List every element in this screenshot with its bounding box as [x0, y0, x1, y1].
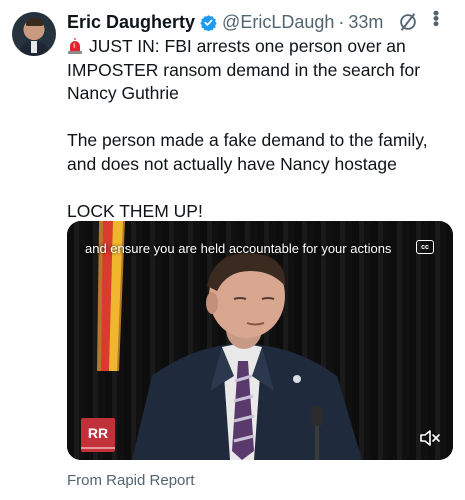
tweet-line-3: LOCK THEM UP! — [67, 200, 203, 221]
logo-underline — [81, 447, 115, 449]
avatar-shirt — [31, 41, 37, 53]
tweet-text: JUST IN: FBI arrests one person over an … — [67, 35, 447, 223]
avatar-hair — [26, 18, 43, 26]
tweet-header: Eric Daugherty @EricLDaugh · 33m ••• — [67, 10, 455, 34]
verified-badge-icon[interactable] — [200, 14, 217, 31]
tweet-line-1: JUST IN: FBI arrests one person over an … — [67, 36, 421, 103]
closed-captions-icon[interactable]: cc — [416, 240, 434, 254]
video-caption: and ensure you are held accountable for … — [85, 241, 392, 256]
microphone-graphic — [311, 406, 323, 460]
muted-speaker-icon[interactable] — [419, 429, 441, 447]
grok-icon[interactable] — [397, 11, 419, 33]
tweet-timestamp[interactable]: 33m — [348, 12, 383, 33]
speaker-figure — [132, 252, 362, 460]
siren-emoji-icon — [68, 38, 82, 54]
author-handle[interactable]: @EricLDaugh — [222, 12, 334, 33]
rapid-report-logo: RR — [81, 418, 115, 452]
logo-text: RR — [87, 425, 109, 441]
tweet-paragraph-1: JUST IN: FBI arrests one person over an … — [67, 35, 447, 106]
author-name[interactable]: Eric Daugherty — [67, 12, 195, 33]
author-avatar[interactable] — [12, 12, 56, 56]
video-player[interactable]: and ensure you are held accountable for … — [67, 221, 453, 460]
tweet-line-2: The person made a fake demand to the fam… — [67, 130, 428, 174]
source-attribution[interactable]: From Rapid Report — [67, 472, 195, 489]
separator-dot: · — [338, 11, 345, 32]
more-options-icon[interactable]: ••• — [425, 10, 447, 26]
